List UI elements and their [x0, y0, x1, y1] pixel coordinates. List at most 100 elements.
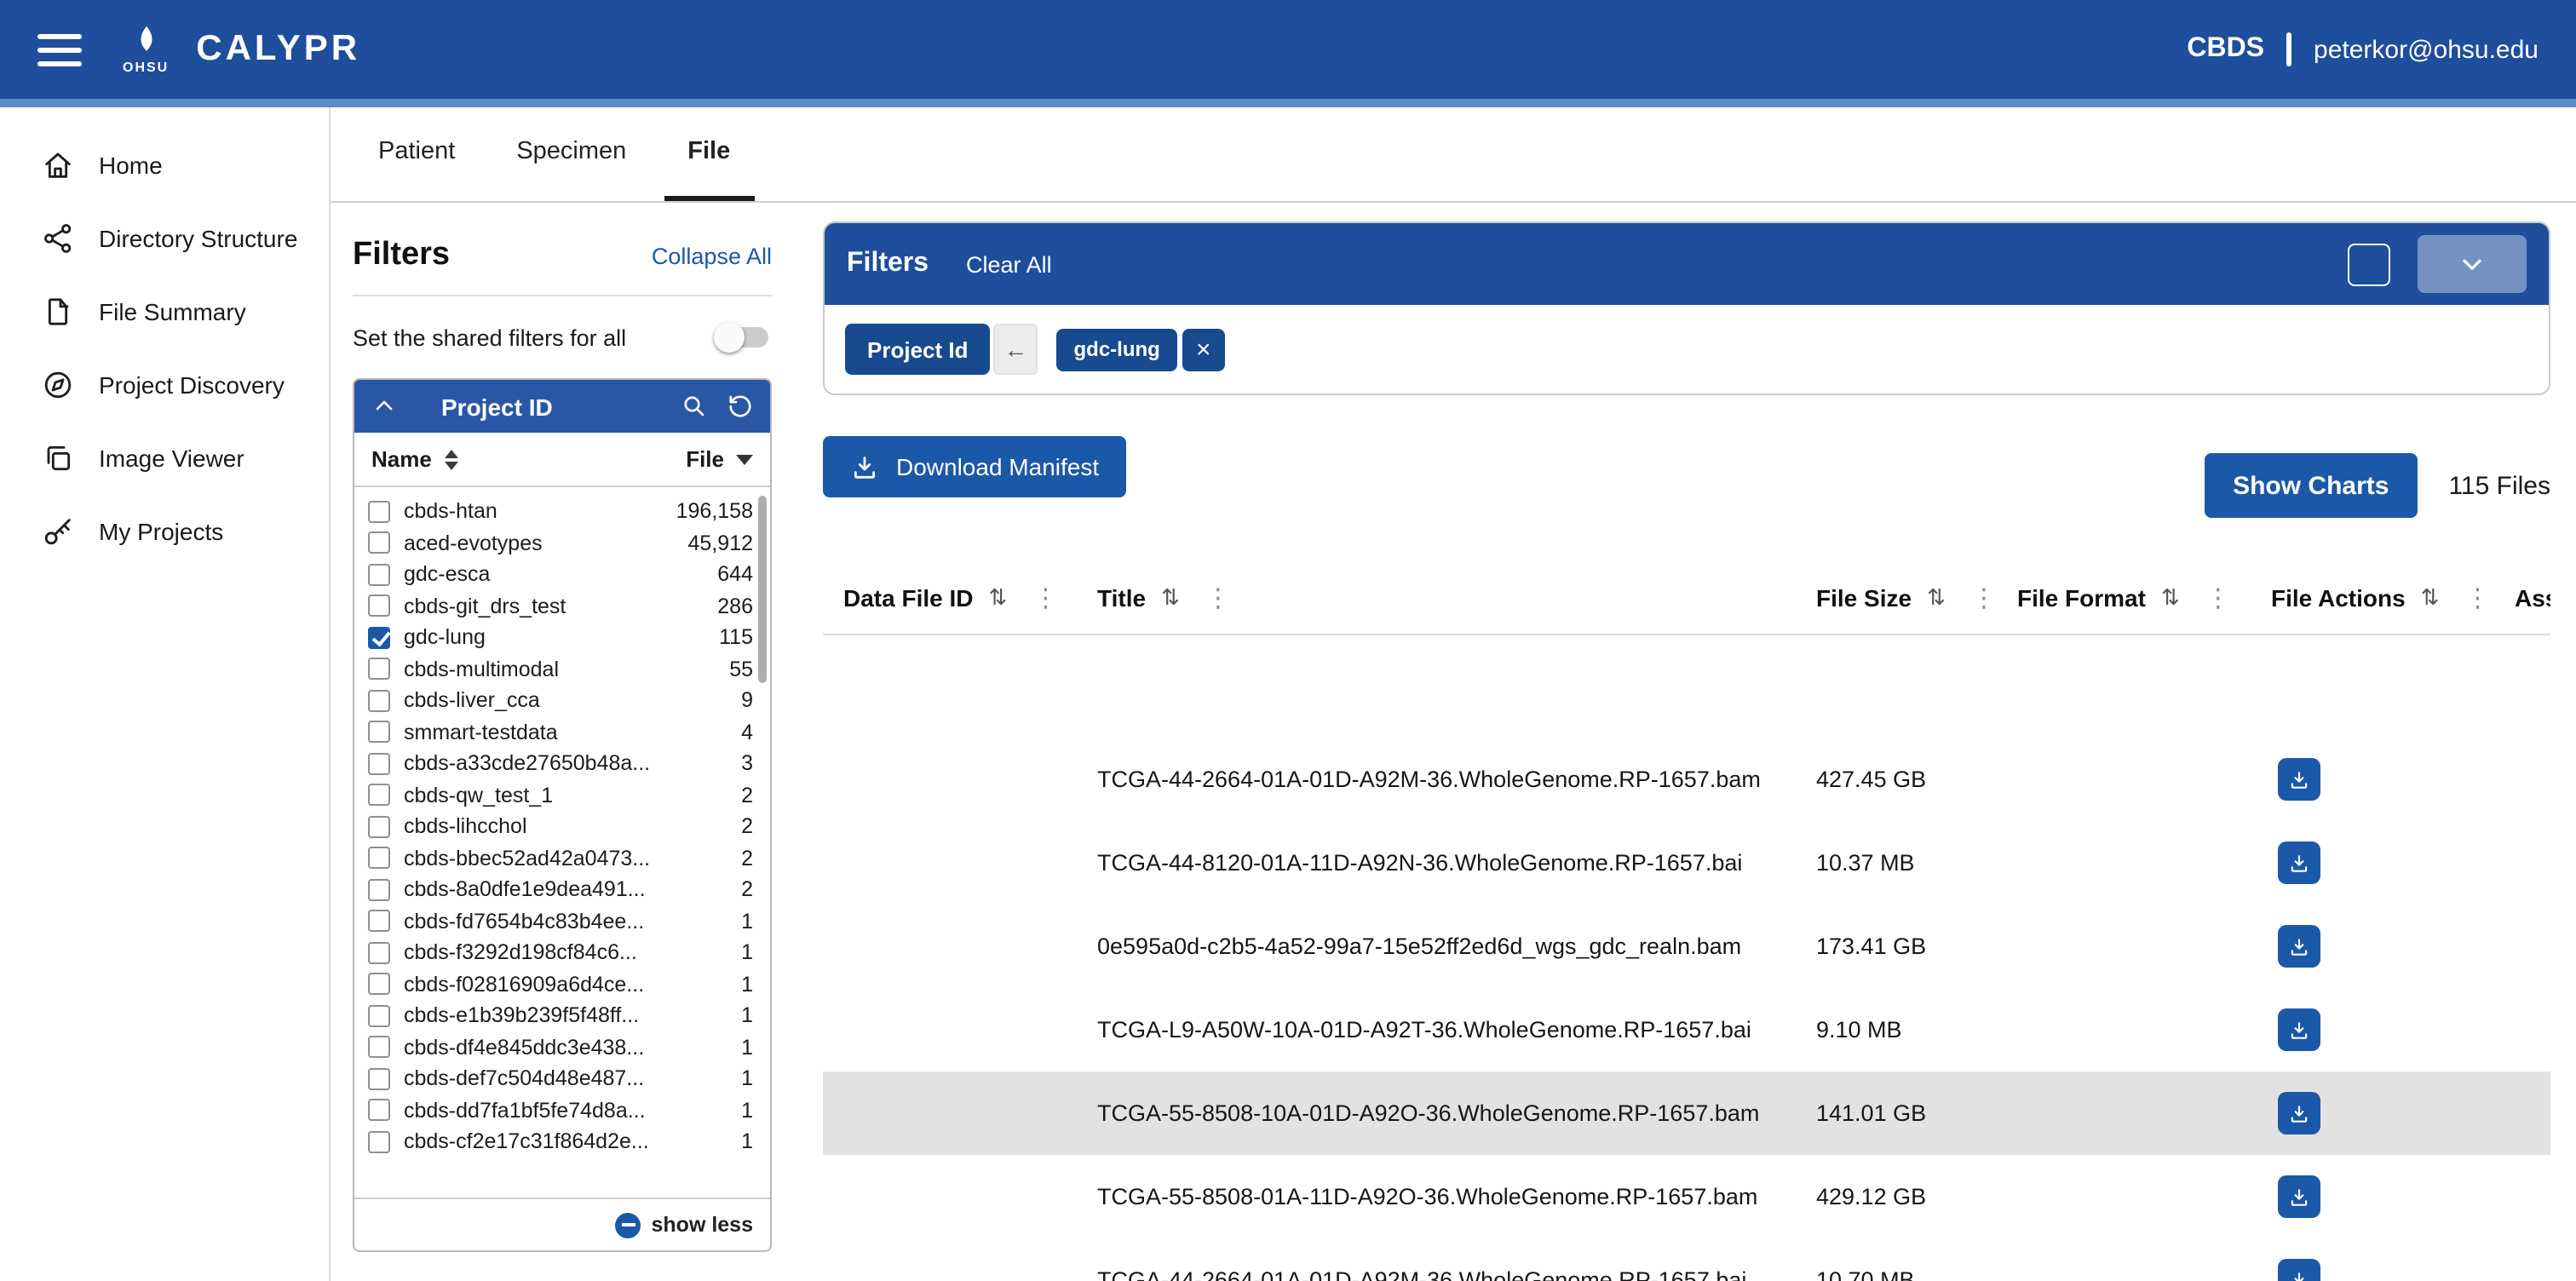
- checkbox[interactable]: [368, 595, 390, 618]
- checkbox[interactable]: [368, 1131, 390, 1153]
- menu-icon[interactable]: [37, 33, 82, 66]
- table-row[interactable]: TCGA-44-2664-01A-01D-A92M-36.WholeGenome…: [823, 1238, 2550, 1281]
- checkbox[interactable]: [368, 1100, 390, 1122]
- filter-chip-gdc-lung[interactable]: gdc-lung: [1057, 328, 1177, 371]
- table-row[interactable]: 0e595a0d-c2b5-4a52-99a7-15e52ff2ed6d_wgs…: [823, 905, 2550, 988]
- collapse-filters-button[interactable]: [2418, 235, 2527, 293]
- checkbox[interactable]: [368, 501, 390, 523]
- facet-option[interactable]: aced-evotypes45,912: [354, 527, 770, 559]
- table-row[interactable]: TCGA-55-8508-10A-01D-A92O-36.WholeGenome…: [823, 1071, 2550, 1155]
- download-file-button[interactable]: [2278, 925, 2320, 968]
- name-column-header[interactable]: Name: [371, 446, 432, 472]
- checkbox[interactable]: [368, 564, 390, 586]
- download-file-button[interactable]: [2278, 1092, 2320, 1135]
- sort-icon[interactable]: ⇅: [2161, 583, 2180, 611]
- facet-option[interactable]: cbds-qw_test_12: [354, 779, 770, 811]
- filter-group-project-id[interactable]: Project Id: [845, 324, 991, 375]
- column-menu-icon[interactable]: ⋮: [1032, 582, 1058, 612]
- facet-option[interactable]: gdc-lung115: [354, 622, 770, 653]
- facet-option[interactable]: cbds-e1b39b239f5f48ff...1: [354, 1000, 770, 1031]
- show-charts-button[interactable]: Show Charts: [2204, 453, 2418, 518]
- user-email[interactable]: peterkor@ohsu.edu: [2314, 35, 2539, 64]
- caret-down-icon[interactable]: [736, 454, 753, 464]
- sidebar-item-home[interactable]: Home: [0, 128, 329, 201]
- checkbox[interactable]: [368, 879, 390, 901]
- sidebar-item-directory-structure[interactable]: Directory Structure: [0, 201, 329, 274]
- checkbox[interactable]: [368, 721, 390, 744]
- facet-option[interactable]: cbds-8a0dfe1e9dea491...2: [354, 874, 770, 905]
- checkbox[interactable]: [368, 974, 390, 996]
- column-header-assembly[interactable]: Ass: [2515, 583, 2550, 611]
- checkbox-checked[interactable]: [368, 627, 390, 649]
- search-icon[interactable]: [681, 393, 707, 419]
- facet-option[interactable]: gdc-esca644: [354, 559, 770, 590]
- checkbox[interactable]: [368, 910, 390, 933]
- sort-icon[interactable]: ⇅: [1927, 583, 1946, 611]
- file-column-header[interactable]: File: [686, 446, 724, 472]
- sidebar-item-file-summary[interactable]: File Summary: [0, 274, 329, 348]
- download-file-button[interactable]: [2278, 842, 2320, 884]
- column-menu-icon[interactable]: ⋮: [2464, 582, 2490, 612]
- tab-file[interactable]: File: [664, 107, 754, 201]
- sidebar-item-image-viewer[interactable]: Image Viewer: [0, 421, 329, 494]
- checkbox[interactable]: [368, 690, 390, 712]
- download-manifest-button[interactable]: Download Manifest: [823, 436, 1126, 497]
- collapse-all-link[interactable]: Collapse All: [652, 244, 772, 269]
- checkbox[interactable]: [368, 1037, 390, 1059]
- facet-option[interactable]: cbds-f3292d198cf84c6...1: [354, 937, 770, 968]
- download-file-button[interactable]: [2278, 1175, 2320, 1218]
- column-header-file-format[interactable]: File Format ⇅ ⋮: [2017, 582, 2271, 612]
- column-header-title[interactable]: Title ⇅ ⋮: [1097, 582, 1816, 612]
- facet-option[interactable]: cbds-lihcchol2: [354, 811, 770, 842]
- column-header-file-size[interactable]: File Size ⇅ ⋮: [1816, 582, 2017, 612]
- facet-option[interactable]: cbds-liver_cca9: [354, 685, 770, 716]
- facet-option[interactable]: cbds-fd7654b4c83b4ee...1: [354, 905, 770, 937]
- facet-option[interactable]: cbds-git_drs_test286: [354, 590, 770, 622]
- tab-patient[interactable]: Patient: [354, 107, 479, 201]
- facet-option[interactable]: cbds-df4e845ddc3e438...1: [354, 1031, 770, 1063]
- clear-all-link[interactable]: Clear All: [966, 251, 1052, 277]
- remove-filter-button[interactable]: ×: [1182, 328, 1225, 371]
- sort-icon[interactable]: ⇅: [1161, 583, 1180, 611]
- facet-option[interactable]: cbds-htan196,158: [354, 496, 770, 527]
- checkbox[interactable]: [368, 1005, 390, 1027]
- facet-option[interactable]: cbds-bbec52ad42a0473...2: [354, 842, 770, 874]
- download-file-button[interactable]: [2278, 1008, 2320, 1051]
- checkbox[interactable]: [368, 816, 390, 838]
- column-menu-icon[interactable]: ⋮: [1971, 582, 1997, 612]
- chevron-up-icon[interactable]: [371, 393, 397, 419]
- facet-option[interactable]: smmart-testdata4: [354, 716, 770, 748]
- minus-circle-icon[interactable]: [616, 1212, 641, 1238]
- checkbox[interactable]: [368, 532, 390, 554]
- scrollbar-thumb[interactable]: [758, 496, 767, 683]
- sidebar-item-my-projects[interactable]: My Projects: [0, 494, 329, 567]
- facet-option[interactable]: cbds-a33cde27650b48a...3: [354, 748, 770, 779]
- table-row[interactable]: TCGA-L9-A50W-10A-01D-A92T-36.WholeGenome…: [823, 988, 2550, 1071]
- tab-specimen[interactable]: Specimen: [492, 107, 650, 201]
- select-all-checkbox[interactable]: [2348, 243, 2390, 285]
- table-row[interactable]: TCGA-55-8508-01A-11D-A92O-36.WholeGenome…: [823, 1155, 2550, 1238]
- sort-icon[interactable]: ⇅: [989, 583, 1008, 611]
- checkbox[interactable]: [368, 784, 390, 807]
- facet-option[interactable]: cbds-multimodal55: [354, 653, 770, 685]
- column-header-file-actions[interactable]: File Actions ⇅ ⋮: [2271, 582, 2515, 612]
- sidebar-item-project-discovery[interactable]: Project Discovery: [0, 348, 329, 421]
- column-header-data-file-id[interactable]: Data File ID ⇅ ⋮: [843, 582, 1097, 612]
- shared-filters-toggle[interactable]: [714, 322, 772, 353]
- column-menu-icon[interactable]: ⋮: [1205, 582, 1231, 612]
- facet-option[interactable]: cbds-dd7fa1bf5fe74d8a...1: [354, 1094, 770, 1126]
- download-file-button[interactable]: [2278, 1259, 2320, 1281]
- checkbox[interactable]: [368, 1068, 390, 1090]
- facet-option[interactable]: cbds-cf2e17c31f864d2e...1: [354, 1126, 770, 1157]
- checkbox[interactable]: [368, 753, 390, 775]
- download-file-button[interactable]: [2278, 758, 2320, 801]
- name-sort-icon[interactable]: [446, 449, 459, 469]
- table-row[interactable]: TCGA-44-2664-01A-01D-A92M-36.WholeGenome…: [823, 738, 2550, 821]
- table-row[interactable]: TCGA-44-8120-01A-11D-A92N-36.WholeGenome…: [823, 821, 2550, 905]
- checkbox[interactable]: [368, 942, 390, 964]
- filter-back-button[interactable]: ←: [994, 324, 1038, 375]
- column-menu-icon[interactable]: ⋮: [2205, 582, 2231, 612]
- show-less-link[interactable]: show less: [652, 1213, 754, 1237]
- checkbox[interactable]: [368, 658, 390, 681]
- reset-icon[interactable]: [727, 393, 753, 419]
